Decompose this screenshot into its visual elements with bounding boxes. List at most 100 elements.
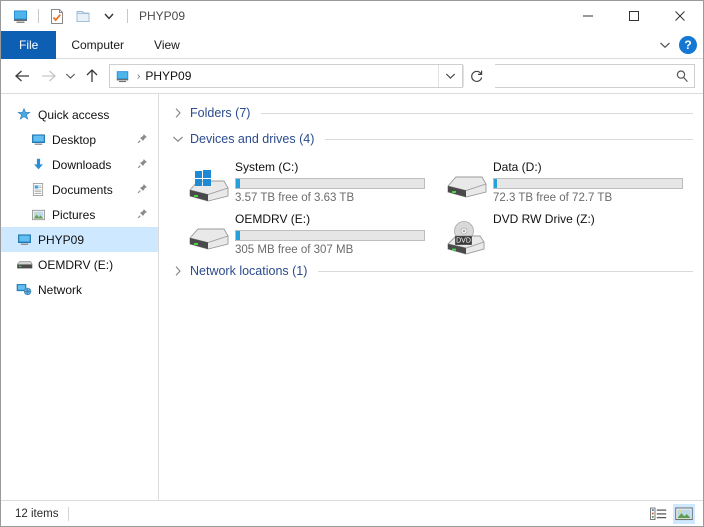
minimize-button[interactable] [565, 1, 611, 31]
forward-button[interactable] [35, 63, 61, 89]
close-button[interactable] [657, 1, 703, 31]
item-count-label: 12 items [15, 507, 59, 520]
star-pin-icon [13, 107, 35, 123]
search-icon[interactable] [670, 69, 694, 83]
drive-tile-dvd-rw-z[interactable]: DVD DVD RW Drive (Z:) [439, 206, 697, 258]
address-dropdown-icon[interactable] [438, 65, 462, 87]
sidebar-item-phyp09[interactable]: PHYP09 [1, 227, 158, 252]
drive-tile-oemdrv-e[interactable]: OEMDRV (E:) 305 MB free of 307 MB [181, 206, 439, 258]
sidebar-item-oemdrv[interactable]: OEMDRV (E:) [1, 252, 158, 277]
group-title: Network locations (1) [190, 264, 308, 278]
pin-icon[interactable] [137, 158, 148, 172]
pin-icon[interactable] [137, 183, 148, 197]
address-bar[interactable]: › PHYP09 [109, 64, 463, 88]
quick-access-toolbar: PHYP09 [1, 5, 185, 27]
chevron-right-icon[interactable] [171, 106, 185, 120]
sidebar-item-quick-access[interactable]: Quick access [1, 102, 158, 127]
drive-name: DVD RW Drive (Z:) [493, 212, 595, 226]
this-pc-icon[interactable] [9, 5, 31, 27]
this-pc-icon [13, 232, 35, 247]
network-icon [13, 282, 35, 297]
help-icon[interactable]: ? [679, 36, 697, 54]
svg-text:DVD: DVD [456, 238, 471, 245]
group-header-folders[interactable]: Folders (7) [169, 100, 703, 126]
sidebar-item-documents[interactable]: Documents [1, 177, 158, 202]
pictures-icon [27, 208, 49, 222]
sidebar-item-label: Downloads [52, 157, 112, 172]
drive-icon [13, 259, 35, 271]
downloads-icon [27, 157, 49, 172]
group-rule [261, 112, 693, 114]
group-rule [318, 270, 693, 272]
drive-name: OEMDRV (E:) [235, 212, 311, 226]
breadcrumb-item-phyp09[interactable]: PHYP09 [143, 69, 193, 83]
sidebar-item-label: OEMDRV (E:) [38, 257, 114, 272]
capacity-bar [493, 178, 683, 189]
pin-icon[interactable] [137, 208, 148, 222]
new-folder-icon[interactable] [72, 5, 94, 27]
drive-tile-system-c[interactable]: System (C:) 3.57 TB free of 3.63 TB [181, 154, 439, 206]
back-button[interactable] [9, 63, 35, 89]
up-button[interactable] [79, 63, 105, 89]
drive-name: Data (D:) [493, 160, 542, 174]
sidebar-item-label: Documents [52, 182, 113, 197]
capacity-bar-fill [494, 179, 497, 188]
group-rule [325, 138, 693, 140]
group-header-devices-and-drives[interactable]: Devices and drives (4) [169, 126, 703, 152]
maximize-button[interactable] [611, 1, 657, 31]
drive-info: OEMDRV (E:) 305 MB free of 307 MB [235, 210, 439, 256]
sidebar-item-network[interactable]: Network [1, 277, 158, 302]
refresh-button[interactable] [463, 65, 489, 87]
large-icons-view-button[interactable] [673, 503, 695, 524]
documents-icon [27, 182, 49, 197]
tab-view[interactable]: View [139, 31, 195, 59]
tab-computer[interactable]: Computer [56, 31, 139, 59]
navigation-pane: Quick access Desktop Downloads Documents… [1, 94, 159, 500]
capacity-bar [235, 178, 425, 189]
properties-icon[interactable] [46, 5, 68, 27]
sidebar-item-desktop[interactable]: Desktop [1, 127, 158, 152]
sidebar-item-pictures[interactable]: Pictures [1, 202, 158, 227]
qat-separator-2 [127, 9, 128, 23]
navigation-bar: › PHYP09 [1, 59, 703, 93]
dvd-drive-icon: DVD [439, 210, 493, 260]
sidebar-item-label: PHYP09 [38, 232, 85, 247]
drive-name: System (C:) [235, 160, 299, 174]
recent-locations-button[interactable] [61, 63, 79, 89]
file-explorer-window: PHYP09 File Computer View ? › PHYP09 Qui… [0, 0, 704, 527]
tab-file[interactable]: File [1, 31, 57, 59]
sidebar-item-label: Desktop [52, 132, 97, 147]
drive-tile-data-d[interactable]: Data (D:) 72.3 TB free of 72.7 TB [439, 154, 697, 206]
group-header-network-locations[interactable]: Network locations (1) [169, 258, 703, 284]
pin-icon[interactable] [137, 133, 148, 147]
address-this-pc-icon [110, 69, 134, 84]
desktop-icon [27, 132, 49, 147]
capacity-bar-fill [236, 231, 240, 240]
drive-capacity-text: 72.3 TB free of 72.7 TB [493, 192, 613, 204]
chevron-right-icon[interactable] [171, 264, 185, 278]
qat-separator-1 [38, 9, 39, 23]
sidebar-item-downloads[interactable]: Downloads [1, 152, 158, 177]
details-view-button[interactable] [647, 504, 669, 524]
drive-info: System (C:) 3.57 TB free of 3.63 TB [235, 158, 439, 204]
ribbon-tab-bar: File Computer View ? [1, 31, 703, 59]
explorer-body: Quick access Desktop Downloads Documents… [1, 93, 703, 500]
drive-icon [181, 210, 235, 256]
drive-capacity-text: 305 MB free of 307 MB [235, 244, 354, 256]
chevron-down-icon[interactable] [659, 38, 671, 52]
search-input[interactable] [495, 68, 670, 84]
file-list-pane: Folders (7) Devices and drives (4) Syste… [159, 94, 703, 500]
capacity-bar [235, 230, 425, 241]
drive-tiles: System (C:) 3.57 TB free of 3.63 TB Data… [169, 152, 703, 258]
chevron-down-icon[interactable] [171, 132, 185, 146]
window-controls [565, 1, 703, 31]
ribbon-right-controls: ? [659, 31, 697, 59]
sidebar-item-label: Pictures [52, 207, 96, 222]
status-bar: 12 items [1, 500, 703, 526]
group-title: Folders (7) [190, 106, 251, 120]
drive-info: DVD RW Drive (Z:) [493, 210, 697, 226]
customize-qat-icon[interactable] [98, 5, 120, 27]
search-box[interactable] [495, 64, 695, 88]
sidebar-item-label: Quick access [38, 107, 110, 122]
view-mode-buttons [647, 503, 695, 524]
